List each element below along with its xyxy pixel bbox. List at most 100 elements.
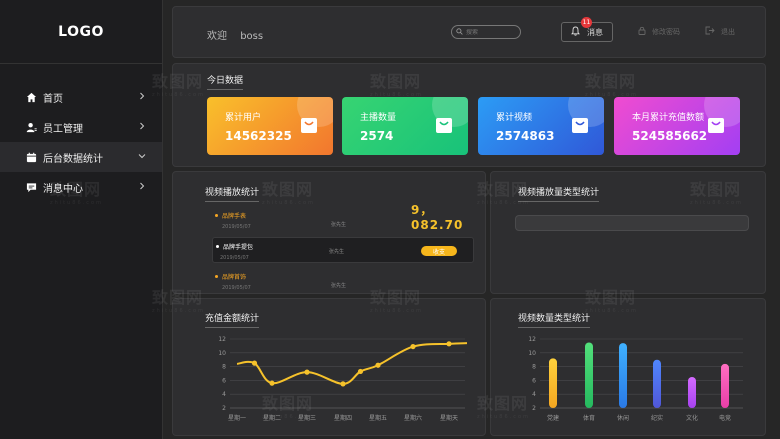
messages-badge: 11 — [581, 17, 592, 28]
sidebar-nav: 首页 员工管理 后台数据统计 消息中心 — [0, 82, 162, 202]
list-item[interactable]: 品牌手表 2019/05/07 张先生 — [215, 211, 455, 230]
data-point — [304, 369, 310, 375]
y-tick-label: 8 — [532, 364, 536, 371]
change-password-label: 修改密码 — [652, 27, 680, 36]
x-tick-label: 星期三 — [298, 414, 316, 422]
x-tick-label: 星期一 — [228, 414, 246, 422]
bullet-dot — [215, 275, 218, 278]
bullet-dot — [215, 214, 218, 217]
x-tick-label: 星期四 — [334, 414, 352, 422]
y-tick-label: 6 — [222, 377, 226, 384]
chevron-right-icon — [138, 122, 148, 132]
stat-label: 主播数量 — [360, 113, 397, 123]
stat-label: 累计视频 — [496, 113, 533, 123]
messages-label: 消息 — [587, 27, 603, 37]
y-tick-label: 2 — [222, 405, 226, 412]
chevron-right-icon — [138, 182, 148, 192]
stat-card: 主播数量 2574 — [342, 97, 468, 155]
chat-icon — [25, 181, 37, 193]
shopping-bag-icon — [570, 115, 590, 139]
item-name-row: 品牌首饰 — [215, 272, 455, 281]
data-point — [375, 362, 381, 368]
sidebar-item-home[interactable]: 首页 — [0, 82, 162, 112]
bar — [549, 358, 557, 408]
shopping-bag-icon — [299, 115, 319, 139]
x-tick-label: 文化 — [686, 414, 698, 422]
x-tick-label: 党建 — [547, 414, 559, 422]
recharge-panel: 充值金额统计 2 4 6 8 10 12 星期一 星期二 星期三 星期四 星期五 星期六 星期天 — [172, 298, 486, 436]
series-line — [236, 342, 468, 385]
recharge-line-chart: 2 4 6 8 10 12 星期一 星期二 星期三 星期四 星期五 星期六 星期天 — [218, 336, 468, 422]
welcome-text: 欢迎 boss — [207, 27, 273, 42]
stat-value: 14562325 — [225, 129, 292, 143]
item-owner: 张先生 — [331, 222, 347, 228]
y-tick-label: 6 — [532, 377, 536, 384]
video-types-panel: 视频数量类型统计 2 4 6 8 10 12 党建 体育 休闲 纪实 文化 电竞 — [490, 298, 766, 436]
stat-label: 本月累计充值数额 — [632, 113, 705, 123]
item-name: 品牌首饰 — [222, 274, 247, 281]
logout-icon — [705, 26, 721, 37]
messages-button[interactable]: 消息 11 — [561, 17, 613, 42]
search-icon — [456, 27, 463, 37]
playback-panel: 视频播放统计 9，082.70 品牌手表 2019/05/07 张先生 品牌手提包 20… — [172, 171, 486, 294]
item-tag-button[interactable]: 收支 — [421, 246, 457, 256]
shopping-bag-icon — [434, 115, 454, 139]
item-owner: 张先生 — [331, 283, 347, 289]
y-tick-label: 12 — [528, 336, 536, 343]
data-point — [357, 368, 364, 375]
list-item[interactable]: 品牌首饰 2019/05/07 张先生 — [215, 272, 455, 291]
chevron-right-icon — [138, 92, 148, 102]
bullet-dot — [216, 245, 219, 248]
today-panel: 今日数据 累计用户 14562325 主播数量 2574 累计视频 2574863 本月累计… — [172, 63, 766, 167]
search-input[interactable] — [466, 28, 518, 36]
y-tick-label: 10 — [528, 350, 536, 357]
data-point — [251, 360, 258, 366]
stat-card: 累计视频 2574863 — [478, 97, 604, 155]
stat-card: 累计用户 14562325 — [207, 97, 333, 155]
x-tick-label: 纪实 — [651, 414, 663, 422]
logout-link[interactable]: 退出 — [705, 26, 735, 37]
home-icon — [25, 91, 37, 103]
y-tick-label: 10 — [218, 350, 226, 357]
item-name: 品牌手提包 — [223, 244, 254, 251]
sidebar-item-messages[interactable]: 消息中心 — [0, 172, 162, 202]
shopping-bag-icon — [706, 115, 726, 139]
playback-title: 视频播放统计 — [205, 185, 260, 202]
stat-label: 累计用户 — [225, 113, 262, 123]
bar — [688, 376, 696, 408]
header-bar: 欢迎 boss 消息 11 修改密码 退出 — [172, 6, 766, 58]
x-tick-label: 休闲 — [617, 414, 629, 422]
sidebar-item-stats[interactable]: 后台数据统计 — [0, 142, 162, 172]
change-password-link[interactable]: 修改密码 — [638, 26, 680, 37]
bar — [585, 342, 593, 408]
playback-type-progress — [515, 215, 749, 231]
lock-icon — [638, 26, 652, 37]
bar — [721, 363, 729, 408]
sidebar-item-label: 员工管理 — [43, 123, 83, 135]
x-tick-label: 电竞 — [719, 414, 731, 422]
stat-card: 本月累计充值数额 524585662 — [614, 97, 740, 155]
video-types-bar-chart: 2 4 6 8 10 12 党建 体育 休闲 纪实 文化 电竞 — [528, 336, 743, 422]
calendar-icon — [25, 151, 37, 163]
data-point — [410, 343, 416, 350]
x-tick-label: 星期六 — [404, 414, 422, 422]
sidebar-item-employees[interactable]: 员工管理 — [0, 112, 162, 142]
sidebar-item-label: 首页 — [43, 93, 63, 105]
chevron-down-icon — [138, 152, 148, 162]
y-tick-label: 2 — [532, 405, 536, 412]
item-name-row: 品牌手表 — [215, 211, 455, 220]
bar — [619, 343, 627, 408]
username: boss — [240, 31, 264, 42]
data-point — [446, 341, 452, 347]
stat-value: 2574 — [360, 129, 394, 143]
y-tick-label: 12 — [218, 336, 226, 343]
list-item[interactable]: 品牌手提包 2019/05/07 张先生 收支 — [212, 237, 474, 263]
bar — [653, 359, 661, 408]
x-tick-label: 星期天 — [440, 414, 458, 422]
y-tick-label: 8 — [222, 364, 226, 371]
x-tick-label: 体育 — [583, 414, 595, 422]
search-box[interactable] — [451, 25, 521, 39]
sidebar-item-label: 消息中心 — [43, 183, 83, 195]
sidebar: LOGO 首页 员工管理 后台数据统计 消息中心 — [0, 0, 163, 439]
data-point — [269, 380, 275, 386]
